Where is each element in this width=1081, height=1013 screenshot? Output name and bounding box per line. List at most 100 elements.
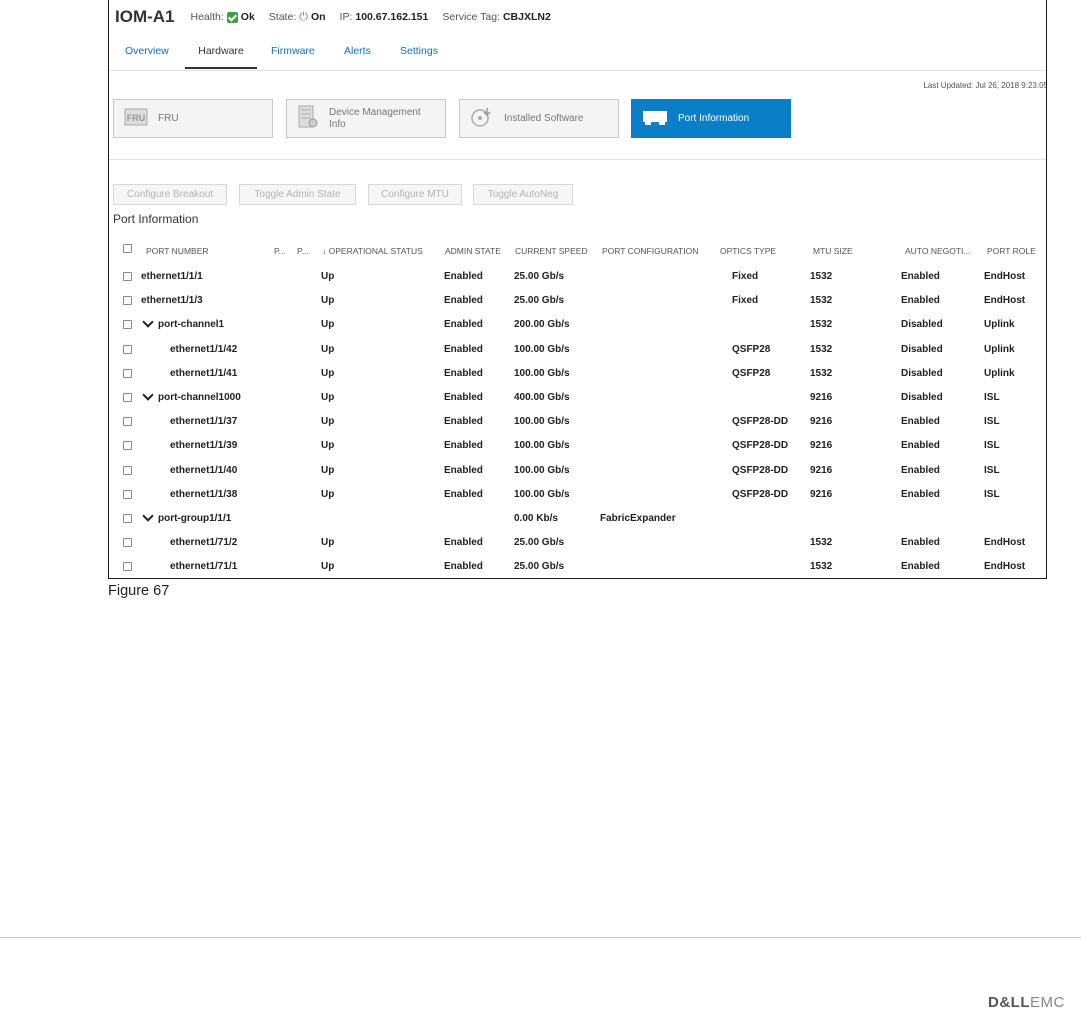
tab-firmware[interactable]: Firmware — [271, 45, 315, 69]
cell-auto-negotiation: Disabled — [901, 368, 943, 379]
cell-port-role: EndHost — [984, 537, 1026, 548]
chevron-down-icon[interactable] — [142, 389, 154, 401]
row-checkbox[interactable] — [123, 345, 132, 354]
col-mtu-size[interactable]: MTU SIZE — [813, 246, 853, 256]
table-row[interactable]: ethernet1/1/1 Up Enabled 25.00 Gb/s Fixed 153… — [109, 264, 1046, 288]
col-port-configuration[interactable]: PORT CONFIGURATION — [602, 246, 698, 256]
cell-mtu-size: 9216 — [810, 465, 833, 476]
col-operational-status[interactable]: ↓ OPERATIONAL STATUS — [322, 246, 423, 256]
table-row[interactable]: port-group1/1/1 0.00 Kb/s FabricExpander — [109, 506, 1046, 530]
cell-operational-status: Up — [321, 465, 335, 476]
row-checkbox[interactable] — [123, 490, 132, 499]
col-p1[interactable]: P... — [274, 246, 286, 256]
cell-auto-negotiation: Enabled — [901, 489, 940, 500]
col-port-number[interactable]: PORT NUMBER — [146, 246, 209, 256]
toggle-autoneg-button[interactable]: Toggle AutoNeg — [473, 184, 573, 205]
table-row[interactable]: ethernet1/1/42 Up Enabled 100.00 Gb/s QSFP28… — [109, 337, 1046, 361]
cell-admin-state: Enabled — [444, 319, 483, 330]
cell-mtu-size: 1532 — [810, 344, 833, 355]
configure-breakout-button[interactable]: Configure Breakout — [113, 184, 227, 205]
cell-current-speed: 25.00 Gb/s — [514, 295, 565, 306]
card-device-management-info[interactable]: Device Management Info — [286, 99, 446, 138]
row-checkbox[interactable] — [123, 417, 132, 426]
cell-port-configuration: FabricExpander — [600, 513, 676, 524]
power-icon: ⏻ — [299, 10, 308, 23]
table-row[interactable]: port-channel1000 Up Enabled 400.00 Gb/s 9216… — [109, 385, 1046, 409]
configure-mtu-button[interactable]: Configure MTU — [368, 184, 462, 205]
service-tag-label: Service Tag: — [442, 11, 500, 23]
cell-auto-negotiation: Disabled — [901, 319, 943, 330]
cell-current-speed: 0.00 Kb/s — [514, 513, 558, 524]
state-value: On — [310, 11, 326, 23]
row-checkbox[interactable] — [123, 393, 132, 402]
col-current-speed[interactable]: CURRENT SPEED — [515, 246, 588, 256]
cell-port-role: EndHost — [984, 295, 1026, 306]
table-row[interactable]: ethernet1/1/39 Up Enabled 100.00 Gb/s QSFP28… — [109, 433, 1046, 457]
table-row[interactable]: port-channel1 Up Enabled 200.00 Gb/s 1532 Dis… — [109, 312, 1046, 336]
cell-port-role: Uplink — [984, 368, 1015, 379]
cell-mtu-size: 9216 — [810, 489, 833, 500]
row-checkbox[interactable] — [123, 538, 132, 547]
cell-port-number: port-channel1000 — [158, 392, 241, 403]
col-p2[interactable]: P... — [297, 246, 309, 256]
cell-admin-state: Enabled — [444, 537, 483, 548]
cell-port-role: ISL — [984, 440, 1000, 451]
table-row[interactable]: ethernet1/1/3 Up Enabled 25.00 Gb/s Fixed 153… — [109, 288, 1046, 312]
cell-current-speed: 25.00 Gb/s — [514, 537, 565, 548]
col-port-role[interactable]: PORT ROLE — [987, 246, 1036, 256]
select-all-checkbox[interactable] — [123, 244, 132, 253]
tab-overview[interactable]: Overview — [125, 45, 169, 69]
cell-mtu-size: 1532 — [810, 537, 833, 548]
row-checkbox[interactable] — [123, 466, 132, 475]
table-row[interactable]: ethernet1/1/37 Up Enabled 100.00 Gb/s QSFP28… — [109, 409, 1046, 433]
cell-mtu-size: 1532 — [810, 561, 833, 572]
row-checkbox[interactable] — [123, 296, 132, 305]
tab-alerts[interactable]: Alerts — [344, 45, 371, 69]
cell-optics-type: QSFP28-DD — [732, 465, 789, 476]
table-row[interactable]: ethernet1/1/40 Up Enabled 100.00 Gb/s QSFP28… — [109, 458, 1046, 482]
row-checkbox[interactable] — [123, 320, 132, 329]
card-port-information[interactable]: Port Information — [631, 99, 791, 138]
figure-caption: Figure 67 — [108, 583, 170, 599]
section-title: Port Information — [113, 212, 199, 226]
cell-admin-state: Enabled — [444, 561, 483, 572]
col-optics-type[interactable]: OPTICS TYPE — [720, 246, 776, 256]
cell-operational-status: Up — [321, 537, 335, 548]
cell-optics-type: QSFP28 — [732, 368, 771, 379]
row-checkbox[interactable] — [123, 272, 132, 281]
cell-admin-state: Enabled — [444, 271, 483, 282]
service-tag-value: CBJXLN2 — [502, 11, 551, 23]
service-tag: Service Tag: CBJXLN2 — [442, 11, 550, 23]
cell-current-speed: 200.00 Gb/s — [514, 319, 570, 330]
cell-port-role: EndHost — [984, 561, 1026, 572]
row-checkbox[interactable] — [123, 514, 132, 523]
chevron-down-icon[interactable] — [142, 316, 154, 328]
table-row[interactable]: ethernet1/1/38 Up Enabled 100.00 Gb/s QSFP28… — [109, 482, 1046, 506]
chevron-down-icon[interactable] — [142, 510, 154, 522]
table-row[interactable]: ethernet1/71/1 Up Enabled 25.00 Gb/s 1532 Ena… — [109, 554, 1046, 578]
iom-port-information-window: IOM-A1 Health: Ok State: ⏻ On IP: 100.67… — [108, 0, 1047, 579]
col-admin-state[interactable]: ADMIN STATE — [445, 246, 501, 256]
toggle-admin-state-button[interactable]: Toggle Admin State — [239, 184, 356, 205]
health-status: Health: Ok — [191, 11, 255, 23]
cell-port-role: ISL — [984, 392, 1000, 403]
cell-operational-status: Up — [321, 295, 335, 306]
tab-hardware[interactable]: Hardware — [185, 45, 257, 69]
row-checkbox[interactable] — [123, 441, 132, 450]
table-row[interactable]: ethernet1/71/2 Up Enabled 25.00 Gb/s 1532 Ena… — [109, 530, 1046, 554]
col-auto-negotiation[interactable]: AUTO NEGOTI... — [905, 246, 971, 256]
cell-operational-status: Up — [321, 561, 335, 572]
cell-port-number: ethernet1/1/41 — [170, 368, 238, 379]
row-checkbox[interactable] — [123, 369, 132, 378]
tab-settings[interactable]: Settings — [400, 45, 438, 69]
table-row[interactable]: ethernet1/1/41 Up Enabled 100.00 Gb/s QSFP28… — [109, 361, 1046, 385]
cell-admin-state: Enabled — [444, 368, 483, 379]
card-installed-software[interactable]: Installed Software — [459, 99, 619, 138]
cell-optics-type: Fixed — [732, 295, 759, 306]
power-state: State: ⏻ On — [269, 11, 326, 24]
cell-auto-negotiation: Disabled — [901, 344, 943, 355]
cell-port-number: ethernet1/71/1 — [170, 561, 238, 572]
card-fru[interactable]: FRU FRU — [113, 99, 273, 138]
cell-operational-status: Up — [321, 416, 335, 427]
row-checkbox[interactable] — [123, 562, 132, 571]
